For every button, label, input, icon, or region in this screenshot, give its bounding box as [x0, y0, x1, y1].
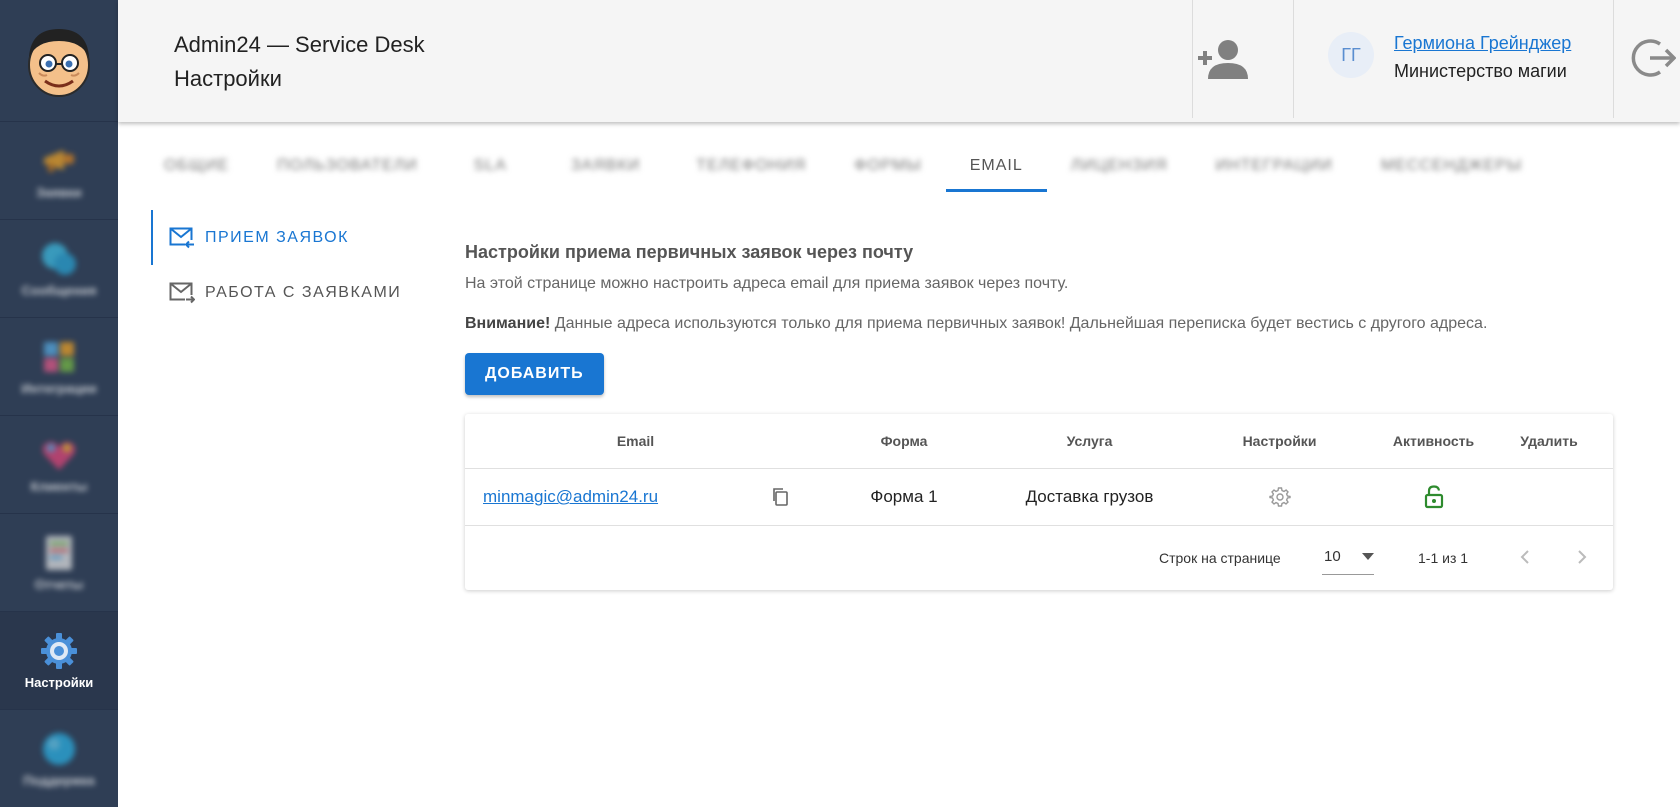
- user-organization: Министерство магии: [1394, 61, 1567, 81]
- warning-body: Данные адреса используются только для пр…: [550, 315, 1488, 332]
- chevron-right-icon: [1578, 550, 1587, 564]
- add-user-icon: [1198, 40, 1248, 79]
- column-header-service[interactable]: Услуга: [1002, 414, 1177, 468]
- tab-sla[interactable]: SLA: [442, 140, 539, 192]
- add-email-button[interactable]: ДОБАВИТЬ: [465, 353, 604, 395]
- add-user-button[interactable]: [1193, 33, 1253, 87]
- sidebar-item-label: Сообщения: [21, 283, 97, 298]
- logout-button[interactable]: [1630, 30, 1680, 86]
- row-settings-button[interactable]: [1177, 469, 1382, 525]
- mascot-face-icon: [28, 28, 90, 97]
- delete-cell: [1485, 469, 1613, 525]
- gear-icon: [39, 631, 79, 671]
- app-title: Admin24 — Service Desk: [174, 32, 425, 57]
- email-table: Email Форма Услуга Настройки Активность …: [465, 414, 1613, 590]
- previous-page-button[interactable]: [1507, 539, 1543, 575]
- tab-forms[interactable]: Формы: [830, 140, 946, 192]
- copy-button[interactable]: [765, 469, 795, 525]
- chevron-left-icon: [1520, 550, 1529, 564]
- unlocked-icon: [1424, 485, 1443, 509]
- pagination-range: 1-1 из 1: [1418, 550, 1469, 566]
- service-cell: Доставка грузов: [1025, 487, 1154, 506]
- sidebar: Заявки Сообщения Интеграции Клиенты Отче…: [0, 0, 118, 807]
- tab-label: EMAIL: [969, 157, 1023, 174]
- main-content: Настройки приема первичных заявок через …: [465, 242, 1615, 395]
- column-header-settings[interactable]: Настройки: [1177, 414, 1382, 468]
- report-icon: [39, 533, 79, 573]
- logout-icon: [1631, 39, 1676, 77]
- tab-integrations[interactable]: Интеграции: [1192, 140, 1357, 192]
- email-subnav: ПРИЕМ ЗАЯВОК РАБОТА С ЗАЯВКАМИ: [151, 210, 401, 320]
- header-divider: [1613, 0, 1614, 118]
- next-page-button[interactable]: [1564, 539, 1600, 575]
- tab-label: Пользователи: [277, 157, 418, 174]
- subnav-label: ПРИЕМ ЗАЯВОК: [205, 228, 349, 246]
- copy-icon: [773, 488, 788, 506]
- rows-per-page-select[interactable]: 10: [1322, 539, 1374, 575]
- tab-label: Телефония: [696, 157, 807, 174]
- tab-label: Общие: [164, 157, 230, 174]
- subnav-label: РАБОТА С ЗАЯВКАМИ: [205, 283, 402, 301]
- tab-label: Лицензия: [1070, 157, 1168, 174]
- tab-users[interactable]: Пользователи: [253, 140, 442, 192]
- rows-per-page-label: Строк на странице: [1159, 550, 1281, 566]
- top-header: Admin24 — Service Desk Настройки ГГ Герм…: [118, 0, 1680, 122]
- warning-text: Внимание! Данные адреса используются тол…: [465, 315, 1615, 333]
- globe-icon: [39, 729, 79, 769]
- column-header-email[interactable]: Email: [465, 414, 806, 468]
- sidebar-item-label: Заявки: [36, 185, 82, 200]
- warning-label: Внимание!: [465, 315, 551, 332]
- chat-bubbles-icon: [39, 239, 79, 279]
- sidebar-item-requests[interactable]: Заявки: [0, 122, 118, 220]
- tab-email[interactable]: EMAIL: [945, 140, 1047, 192]
- tab-messengers[interactable]: Мессенджеры: [1357, 140, 1546, 192]
- gear-icon: [1268, 487, 1291, 507]
- megaphone-icon: [39, 141, 79, 181]
- mail-out-icon: [169, 280, 195, 306]
- caret-down-icon: [1362, 552, 1374, 560]
- sidebar-item-label: Поддержка: [23, 773, 95, 788]
- email-cell: minmagic@admin24.ru: [483, 469, 658, 525]
- tab-label: Формы: [854, 157, 922, 174]
- user-name-link[interactable]: Гермиона Грейнджер: [1394, 33, 1571, 54]
- sidebar-item-label: Клиенты: [30, 479, 88, 494]
- avatar[interactable]: ГГ: [1328, 32, 1374, 78]
- subnav-item-incoming-requests[interactable]: ПРИЕМ ЗАЯВОК: [151, 210, 401, 265]
- sidebar-item-messages[interactable]: Сообщения: [0, 220, 118, 318]
- header-divider: [1293, 0, 1294, 118]
- puzzle-icon: [39, 337, 79, 377]
- sidebar-item-clients[interactable]: Клиенты: [0, 416, 118, 514]
- column-header-activity[interactable]: Активность: [1382, 414, 1485, 468]
- email-link[interactable]: minmagic@admin24.ru: [483, 487, 658, 507]
- content-description: На этой странице можно настроить адреса …: [465, 275, 1069, 292]
- sidebar-item-label: Интеграции: [21, 381, 97, 396]
- sidebar-item-label: Настройки: [24, 675, 94, 690]
- tab-telephony[interactable]: Телефония: [672, 140, 830, 192]
- tab-label: Интеграции: [1215, 157, 1333, 174]
- rows-per-page-value: 10: [1324, 548, 1341, 565]
- content-title: Настройки приема первичных заявок через …: [465, 242, 914, 262]
- sidebar-item-reports[interactable]: Отчеты: [0, 514, 118, 612]
- heart-icon: [39, 435, 79, 475]
- tab-label: Мессенджеры: [1380, 157, 1523, 174]
- settings-tabs: Общие Пользователи SLA Заявки Телефония …: [140, 140, 1546, 192]
- column-header-form[interactable]: Форма: [806, 414, 1002, 468]
- sidebar-item-support[interactable]: Поддержка: [0, 710, 118, 807]
- mail-in-icon: [169, 225, 195, 251]
- section-title: Настройки: [174, 66, 282, 91]
- app-logo[interactable]: [0, 0, 118, 122]
- sidebar-item-integrations[interactable]: Интеграции: [0, 318, 118, 416]
- tab-label: SLA: [473, 157, 507, 174]
- tab-general[interactable]: Общие: [140, 140, 253, 192]
- form-cell: Форма 1: [870, 487, 938, 506]
- sidebar-item-label: Отчеты: [34, 577, 84, 592]
- column-header-delete[interactable]: Удалить: [1485, 414, 1613, 468]
- activity-toggle[interactable]: [1382, 469, 1485, 525]
- page-title: Admin24 — Service Desk Настройки: [174, 28, 425, 96]
- sidebar-item-settings[interactable]: Настройки: [0, 612, 118, 710]
- subnav-item-request-handling[interactable]: РАБОТА С ЗАЯВКАМИ: [151, 265, 401, 320]
- tab-license[interactable]: Лицензия: [1047, 140, 1192, 192]
- tab-label: Заявки: [570, 157, 641, 174]
- tab-requests[interactable]: Заявки: [539, 140, 672, 192]
